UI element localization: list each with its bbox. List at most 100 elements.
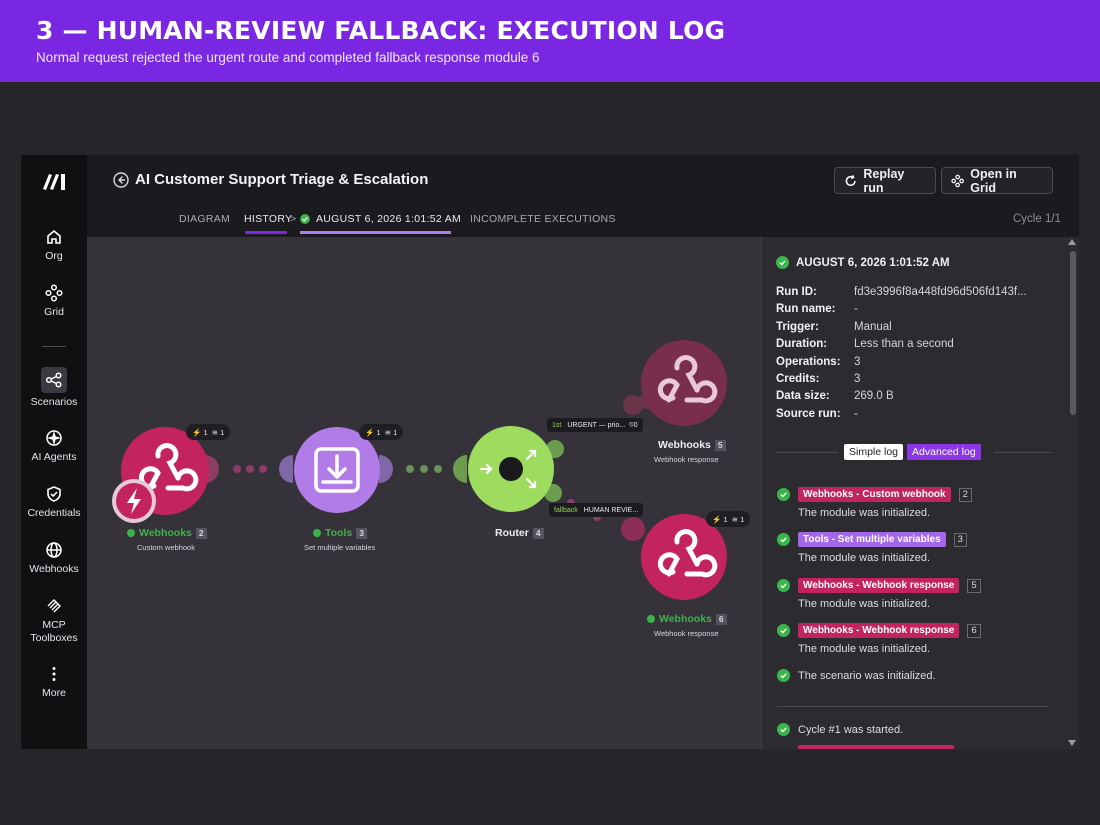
sidebar-divider [42,346,66,347]
module-3-subtitle: Set multiple variables [304,543,376,552]
meta-value: - [854,303,858,316]
sidebar-item-more[interactable]: More [21,665,87,699]
meta-value: - [854,407,858,420]
shield-check-icon [47,486,61,502]
simple-log-button[interactable]: Simple log [844,444,904,460]
log-entry[interactable]: Tools - Set multiple variables 3 The mod… [777,532,1057,564]
connector-2-3 [379,455,467,483]
run-metadata: Run ID: fd3e3996f8a448fd96d506fd143f... R… [776,284,1027,423]
scrollbar-thumb[interactable] [1070,251,1076,415]
module-badge[interactable]: Webhooks - Custom webhook [798,487,951,502]
module-4-label: Router 4 [495,527,544,539]
tab-underline-run [300,231,451,234]
router-module-4[interactable] [467,425,555,513]
replay-run-label: Replay run [863,166,905,195]
log-message: The module was initialized. [798,598,931,610]
sidebar-item-mcp-toolboxes[interactable]: MCP Toolboxes [21,597,87,645]
meta-row-run-id: Run ID: fd3e3996f8a448fd96d506fd143f... [776,284,1027,301]
sidebar: Org Grid Scenarios AI Agents Credentials… [21,155,87,749]
module-number: 5 [967,578,981,593]
meta-row-run-name: Run name: - [776,301,1027,318]
webhook-module-5[interactable] [640,339,728,427]
mcp-icon [47,599,61,613]
sidebar-item-label-line2: Toolboxes [30,632,78,644]
log-message: The module was initialized. [798,552,931,564]
success-check-icon [777,669,790,682]
trigger-lightning-icon [112,479,156,523]
sidebar-item-org[interactable]: Org [21,228,87,262]
sidebar-item-webhooks[interactable]: Webhooks [21,541,87,575]
module-badge[interactable]: Tools - Set multiple variables [798,532,946,547]
module-name: Tools [325,527,353,539]
scenario-canvas[interactable]: ⚡ 1 ≋ 1 Webhooks 2 Custom webhook ⚡ 1 ≋ … [87,237,761,749]
divider [994,452,1052,453]
sidebar-item-label: Credentials [27,507,81,519]
back-arrow-icon[interactable] [113,172,129,188]
scroll-down-arrow-icon[interactable] [1068,740,1076,746]
sidebar-item-label: More [42,687,66,699]
tab-incomplete-executions[interactable]: INCOMPLETE EXECUTIONS [470,213,616,225]
run-heading-text: AUGUST 6, 2026 1:01:52 AM [796,256,950,269]
make-logo[interactable] [41,171,69,191]
success-check-icon [777,723,790,736]
more-vertical-icon [52,667,56,681]
module-number: 3 [953,532,967,547]
banner-subtitle: Normal request rejected the urgent route… [36,50,540,65]
scroll-up-arrow-icon[interactable] [1068,239,1076,245]
log-entry: Cycle #1 was started. [777,723,1057,736]
module-badge[interactable]: Webhooks - Webhook response [798,623,960,638]
open-in-grid-button[interactable]: Open in Grid [941,167,1053,195]
route-order: 1st [552,421,562,429]
meta-value[interactable]: fd3e3996f8a448fd96d506fd143f... [854,284,1027,301]
scenario-header: AI Customer Support Triage & Escalation … [87,155,1079,237]
route-count: 0 [633,421,638,429]
meta-value: Less than a second [854,338,954,351]
meta-key: Credits: [776,373,820,386]
log-entry[interactable]: Webhooks - Webhook response 5 The module… [777,578,1057,610]
module-name: Webhooks [659,613,712,625]
scenario-title: AI Customer Support Triage & Escalation [135,171,429,188]
sidebar-item-grid[interactable]: Grid [21,284,87,318]
tab-history[interactable]: HISTORY [244,213,292,225]
sidebar-item-ai-agents[interactable]: AI Agents [21,429,87,463]
module-ops-count: 1 [723,514,728,524]
module-number: 2 [958,487,972,502]
replay-run-button[interactable]: Replay run [834,166,936,195]
scrollbar[interactable] [1067,237,1079,749]
tab-diagram[interactable]: DIAGRAM [179,213,230,225]
route-tag-urgent[interactable]: 1st URGENT — prio... ⦸ 0 [547,418,643,432]
module-6-stats[interactable]: ⚡ 1 ≋ 1 [706,511,751,527]
module-3-stats[interactable]: ⚡ 1 ≋ 1 [359,424,404,440]
meta-key: Source run: [776,407,841,420]
module-name: Router [495,527,529,539]
module-2-stats[interactable]: ⚡ 1 ≋ 1 [186,424,231,440]
globe-icon [46,542,62,558]
module-6-label: Webhooks 6 [647,613,727,625]
app-window: Org Grid Scenarios AI Agents Credentials… [21,155,1079,749]
log-section-divider [777,706,1049,707]
meta-key: Run name: [776,303,836,316]
module-3-label: Tools 3 [313,527,367,539]
module-data-count: 1 [220,427,225,437]
success-dot-icon [313,529,321,537]
sidebar-item-scenarios[interactable]: Scenarios [21,367,87,408]
advanced-log-button[interactable]: Advanced log [907,444,981,460]
sidebar-item-credentials[interactable]: Credentials [21,485,87,519]
replay-icon [845,174,856,186]
route-tag-fallback[interactable]: fallback HUMAN REVIE... [549,503,644,517]
module-badge-partial [798,745,954,749]
log-entry[interactable]: Webhooks - Custom webhook 2 The module w… [777,487,1057,519]
module-2-subtitle: Custom webhook [137,543,195,552]
meta-row-source-run: Source run: - [776,406,1027,423]
success-check-icon [300,214,310,224]
route-order: fallback [554,506,578,514]
sidebar-item-label: AI Agents [31,451,77,463]
success-check-icon [777,533,790,546]
route-label: URGENT — prio... [567,421,626,429]
meta-value: 3 [854,355,861,368]
grid-icon [951,174,964,187]
module-badge[interactable]: Webhooks - Webhook response [798,578,960,593]
tab-run[interactable]: AUGUST 6, 2026 1:01:52 AM [300,213,461,225]
log-entry[interactable]: Webhooks - Webhook response 6 The module… [777,623,1057,655]
breadcrumb-separator: > [290,213,297,225]
